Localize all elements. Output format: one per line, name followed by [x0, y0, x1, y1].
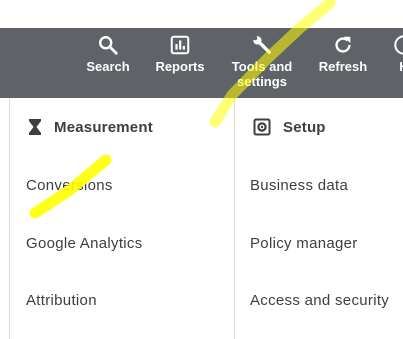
- reports-icon: [170, 35, 190, 55]
- refresh-button[interactable]: Refresh: [316, 28, 370, 74]
- menu-item-access-and-security[interactable]: Access and security: [250, 292, 389, 309]
- measurement-header: Measurement: [28, 118, 153, 136]
- help-label: H: [399, 59, 403, 74]
- menu-item-attribution[interactable]: Attribution: [26, 292, 97, 309]
- refresh-label: Refresh: [318, 59, 368, 74]
- measurement-panel: Measurement Conversions Google Analytics…: [9, 98, 235, 339]
- tools-and-settings-label: Tools and settings: [231, 59, 293, 89]
- measurement-title: Measurement: [54, 118, 153, 136]
- wrench-icon: [253, 36, 271, 54]
- refresh-icon: [335, 36, 351, 53]
- tools-and-settings-button[interactable]: Tools and settings: [226, 28, 298, 89]
- setup-title: Setup: [283, 118, 326, 136]
- menu-item-google-analytics[interactable]: Google Analytics: [26, 235, 143, 252]
- menu-item-conversions[interactable]: Conversions: [26, 177, 113, 194]
- top-toolbar: Search Reports Tools and settings Refres…: [0, 28, 403, 98]
- setup-panel: Setup Business data Policy manager Acces…: [234, 98, 403, 339]
- help-icon: [394, 35, 403, 55]
- menu-item-policy-manager[interactable]: Policy manager: [250, 235, 358, 252]
- search-button[interactable]: Search: [86, 28, 130, 74]
- reports-label: Reports: [155, 59, 205, 74]
- reports-button[interactable]: Reports: [154, 28, 206, 74]
- hourglass-icon: [29, 119, 41, 135]
- setup-header: Setup: [253, 118, 326, 136]
- help-button[interactable]: H: [392, 28, 403, 74]
- menu-item-business-data[interactable]: Business data: [250, 177, 348, 194]
- search-label: Search: [86, 59, 130, 74]
- search-icon: [99, 36, 118, 55]
- gear-box-icon: [253, 118, 271, 136]
